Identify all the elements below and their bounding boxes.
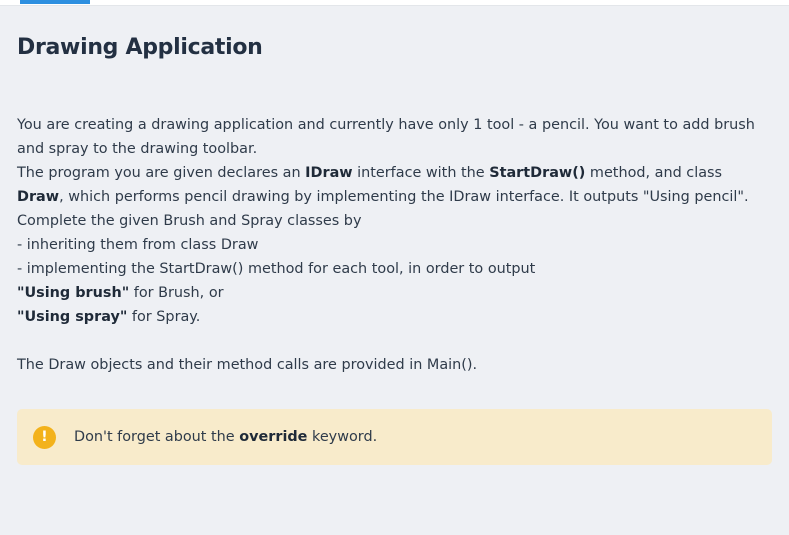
- page-title: Drawing Application: [17, 35, 263, 60]
- bullet-implement: - implementing the StartDraw() method fo…: [17, 261, 536, 277]
- top-bar: [0, 0, 789, 6]
- callout-text: Don't forget about the override keyword.: [74, 429, 378, 445]
- warning-callout: ! Don't forget about the override keywor…: [17, 409, 772, 465]
- brush-output-line: "Using brush" for Brush, or: [17, 285, 224, 301]
- main-note: The Draw objects and their method calls …: [17, 357, 478, 373]
- intro-paragraph: You are creating a drawing application a…: [17, 117, 755, 157]
- instructions-line: Complete the given Brush and Spray class…: [17, 213, 362, 229]
- spray-output-line: "Using spray" for Spray.: [17, 309, 201, 325]
- draw-keyword: Draw: [17, 189, 60, 205]
- startdraw-keyword: StartDraw(): [489, 165, 586, 181]
- exclamation-icon: !: [33, 425, 56, 449]
- task-description: You are creating a drawing application a…: [17, 113, 773, 377]
- bullet-inherit: - inheriting them from class Draw: [17, 237, 259, 253]
- override-keyword: override: [239, 429, 308, 445]
- active-tab-indicator: [20, 0, 90, 4]
- interface-paragraph: The program you are given declares an ID…: [17, 165, 749, 205]
- idraw-keyword: IDraw: [305, 165, 353, 181]
